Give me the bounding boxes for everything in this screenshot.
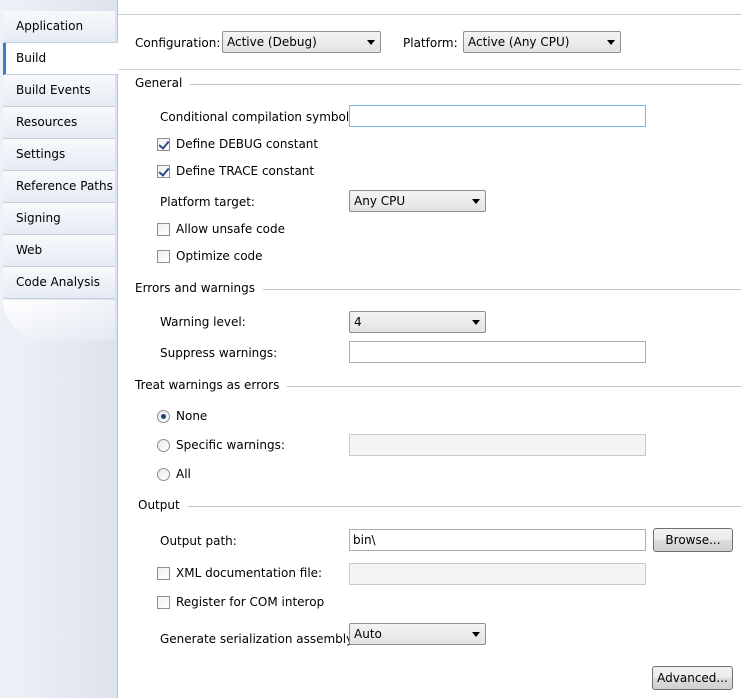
treat-none-label: None <box>176 409 208 423</box>
output-path-input[interactable]: bin\ <box>349 529 646 551</box>
define-trace-checkbox[interactable] <box>157 165 170 178</box>
serialization-assembly-label: Generate serialization assembly: <box>160 632 357 646</box>
chevron-down-icon <box>472 320 480 325</box>
platform-target-label: Platform target: <box>160 195 255 209</box>
platform-label: Platform: <box>403 36 458 50</box>
conditional-symbols-label: Conditional compilation symbols: <box>160 110 360 124</box>
tab-build-events[interactable]: Build Events <box>3 75 115 107</box>
errors-section-header: Errors and warnings <box>135 281 741 297</box>
optimize-code-label: Optimize code <box>176 249 263 263</box>
tab-web[interactable]: Web <box>3 235 115 267</box>
tab-strip-curve <box>3 300 115 340</box>
xml-doc-checkbox[interactable] <box>157 567 170 580</box>
build-properties-page: Configuration: Active (Debug) Platform: … <box>118 14 741 698</box>
com-interop-label: Register for COM interop <box>176 595 325 609</box>
configuration-value: Active (Debug) <box>227 35 317 49</box>
serialization-assembly-dropdown[interactable]: Auto <box>349 623 486 645</box>
tab-label: Resources <box>16 115 78 129</box>
output-section-title: Output <box>138 498 188 512</box>
treat-all-label: All <box>176 467 191 481</box>
optimize-code-checkbox[interactable] <box>157 250 170 263</box>
tab-label: Code Analysis <box>16 275 100 289</box>
chevron-down-icon <box>607 40 615 45</box>
suppress-warnings-label: Suppress warnings: <box>160 346 278 360</box>
topbar-divider <box>118 69 741 70</box>
com-interop-checkbox[interactable] <box>157 596 170 609</box>
chevron-down-icon <box>367 40 375 45</box>
platform-target-dropdown[interactable]: Any CPU <box>349 190 486 212</box>
tab-reference-paths[interactable]: Reference Paths <box>3 171 115 203</box>
tab-label: Build Events <box>16 83 91 97</box>
treat-specific-label: Specific warnings: <box>176 438 285 452</box>
errors-section-title: Errors and warnings <box>135 281 264 295</box>
tab-application[interactable]: Application <box>3 11 115 43</box>
define-debug-checkbox[interactable] <box>157 138 170 151</box>
warning-level-label: Warning level: <box>160 315 246 329</box>
tab-code-analysis[interactable]: Code Analysis <box>3 267 115 299</box>
configuration-bar: Configuration: Active (Debug) Platform: … <box>118 15 741 69</box>
platform-value: Active (Any CPU) <box>468 35 570 49</box>
treat-warnings-section-header: Treat warnings as errors <box>135 378 741 394</box>
general-section-header: General <box>135 76 741 92</box>
allow-unsafe-checkbox[interactable] <box>157 223 170 236</box>
tab-build[interactable]: Build <box>3 43 119 75</box>
tab-label: Web <box>16 243 43 257</box>
xml-doc-label: XML documentation file: <box>176 566 323 580</box>
general-section-title: General <box>135 76 191 90</box>
tab-resources[interactable]: Resources <box>3 107 115 139</box>
configuration-label: Configuration: <box>135 36 221 50</box>
platform-target-value: Any CPU <box>354 194 406 208</box>
browse-button[interactable]: Browse... <box>653 528 733 552</box>
tab-label: Build <box>16 51 47 65</box>
warning-level-dropdown[interactable]: 4 <box>349 311 486 333</box>
treat-all-radio[interactable] <box>157 468 170 481</box>
tab-label: Settings <box>16 147 66 161</box>
tab-label: Reference Paths <box>16 179 113 193</box>
platform-dropdown[interactable]: Active (Any CPU) <box>463 31 621 53</box>
conditional-symbols-input[interactable] <box>349 105 646 127</box>
configuration-dropdown[interactable]: Active (Debug) <box>222 31 381 53</box>
xml-doc-input[interactable] <box>349 563 646 585</box>
advanced-button[interactable]: Advanced... <box>652 666 733 690</box>
tab-label: Application <box>16 19 84 33</box>
treat-specific-radio[interactable] <box>157 439 170 452</box>
chevron-down-icon <box>472 632 480 637</box>
treat-warnings-section-title: Treat warnings as errors <box>135 378 288 392</box>
define-trace-label: Define TRACE constant <box>176 164 315 178</box>
property-tab-strip: Application Build Build Events Resources… <box>0 0 119 698</box>
tab-label: Signing <box>16 211 61 225</box>
section-divider <box>138 506 741 507</box>
specific-warnings-input[interactable] <box>349 434 646 456</box>
serialization-assembly-value: Auto <box>354 627 382 641</box>
define-debug-label: Define DEBUG constant <box>176 137 319 151</box>
output-path-label: Output path: <box>160 534 237 548</box>
suppress-warnings-input[interactable] <box>349 341 646 363</box>
section-divider <box>135 84 741 85</box>
tab-settings[interactable]: Settings <box>3 139 115 171</box>
chevron-down-icon <box>472 199 480 204</box>
allow-unsafe-label: Allow unsafe code <box>176 222 286 236</box>
tab-signing[interactable]: Signing <box>3 203 115 235</box>
output-section-header: Output <box>138 498 741 514</box>
treat-none-radio[interactable] <box>157 410 170 423</box>
warning-level-value: 4 <box>354 315 362 329</box>
